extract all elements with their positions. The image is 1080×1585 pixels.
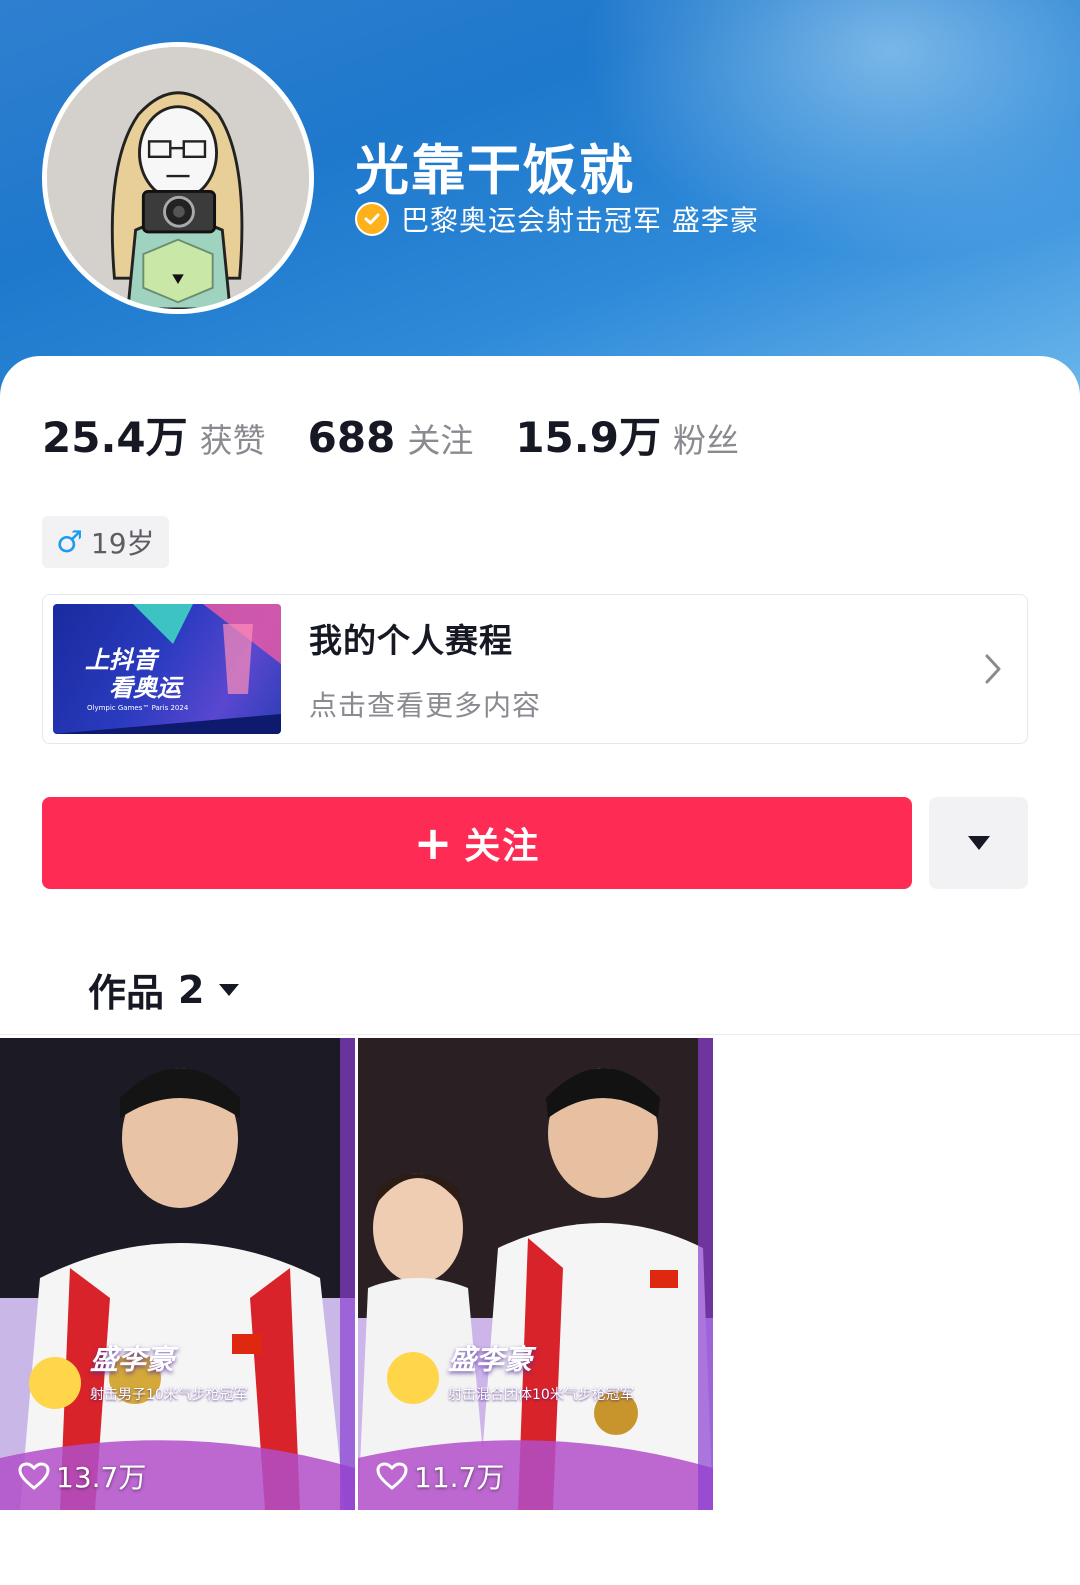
follow-label: 关注 [464,826,541,867]
likes-count: 11.7万 [414,1461,505,1494]
schedule-info: 我的个人赛程 点击查看更多内容 [309,614,983,724]
schedule-title: 我的个人赛程 [309,621,513,660]
stat-value: 688 [307,413,396,462]
gender-age-tag: ♂ 19岁 [42,516,169,568]
video-caption-title: 射击男子10米气步枪冠军 [90,1387,248,1403]
nickname: 光靠干饭就 [355,139,635,202]
profile-card: 25.4万 获赞 688 关注 15.9万 粉丝 ♂ 19岁 上抖音 看奥运 O… [0,356,1080,1585]
video-cover-image [0,1038,355,1510]
stat-label: 关注 [407,421,474,460]
video-cover-image [358,1038,713,1510]
tab-count: 2 [178,967,205,1012]
stat-value: 25.4万 [42,413,188,462]
stat-followers[interactable]: 15.9万 粉丝 [515,404,739,465]
caret-down-icon [219,983,240,996]
thumbnail-line3: Olympic Games™ Paris 2024 [87,704,189,712]
age-text: 19岁 [90,527,155,560]
tab-works[interactable]: 作品 2 [88,962,240,1017]
stat-likes: 25.4万 获赞 [42,404,266,465]
stat-label: 粉丝 [672,421,739,460]
thumbnail-line2: 看奥运 [109,674,181,702]
video-likes: 13.7万 [18,1456,146,1496]
video-thumbnail[interactable]: 盛李豪 射击男子10米气步枪冠军 13.7万 [0,1038,355,1510]
avatar-illustration [47,47,309,309]
plus-icon: + [413,816,453,870]
divider [0,1034,1080,1035]
personal-schedule-card[interactable]: 上抖音 看奥运 Olympic Games™ Paris 2024 我的个人赛程… [42,594,1028,744]
stat-label: 获赞 [199,421,266,460]
video-thumbnail[interactable]: 盛李豪 射击混合团体10米气步枪冠军 11.7万 [358,1038,713,1510]
video-grid: 盛李豪 射击男子10米气步枪冠军 13.7万 盛李豪 射击混合团体10米气步枪冠… [0,1038,716,1510]
video-caption-name: 盛李豪 [448,1343,533,1376]
avatar[interactable] [42,42,314,314]
stats-row: 25.4万 获赞 688 关注 15.9万 粉丝 [42,404,781,465]
caret-down-icon [967,836,990,850]
chevron-right-icon [985,654,1001,684]
heart-icon [18,1462,50,1490]
stat-value: 15.9万 [515,413,661,462]
video-likes: 11.7万 [376,1456,504,1496]
more-options-button[interactable] [929,797,1028,889]
schedule-subtitle: 点击查看更多内容 [309,689,542,722]
tab-label: 作品 [88,971,165,1015]
male-icon: ♂ [56,524,83,560]
follow-button[interactable]: + 关注 [42,797,912,889]
video-caption-title: 射击混合团体10米气步枪冠军 [448,1387,634,1403]
stat-following[interactable]: 688 关注 [308,413,474,462]
verification-row: 巴黎奥运会射击冠军 盛李豪 [355,199,759,239]
verification-text: 巴黎奥运会射击冠军 盛李豪 [401,204,759,237]
verified-check-icon [355,202,389,236]
schedule-thumbnail: 上抖音 看奥运 Olympic Games™ Paris 2024 [53,604,281,734]
heart-icon [376,1462,408,1490]
video-caption-name: 盛李豪 [90,1343,175,1376]
likes-count: 13.7万 [56,1461,147,1494]
